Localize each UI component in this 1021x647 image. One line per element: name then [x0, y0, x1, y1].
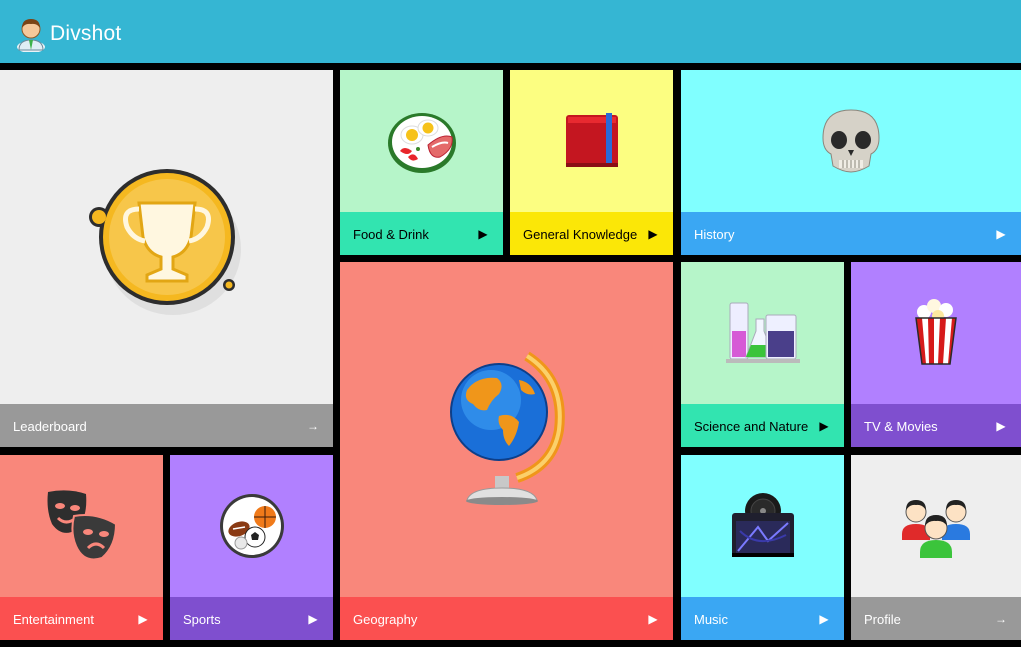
- skull-icon: [822, 109, 880, 173]
- play-arrow-icon: ▶: [996, 226, 1006, 241]
- tile-entertainment[interactable]: Entertainment ▶: [0, 455, 163, 640]
- play-arrow-icon: ▶: [648, 611, 658, 626]
- profile-bar[interactable]: Profile →: [851, 597, 1021, 640]
- tile-label: Geography: [353, 611, 418, 627]
- book-icon: [565, 113, 618, 167]
- tile-sports[interactable]: Sports ▶: [170, 455, 333, 640]
- tile-history[interactable]: History ▶: [681, 70, 1021, 255]
- tile-leaderboard[interactable]: Leaderboard →: [0, 70, 333, 447]
- play-arrow-icon: ▶: [648, 226, 658, 241]
- tile-tv-movies[interactable]: TV & Movies ▶: [851, 262, 1021, 447]
- music-bar[interactable]: Music ▶: [681, 597, 844, 640]
- sports-balls-icon: [219, 494, 284, 558]
- tile-general-knowledge[interactable]: General Knowledge ▶: [510, 70, 673, 255]
- food-plate-icon: [387, 113, 456, 173]
- brand-title[interactable]: Divshot: [50, 22, 121, 46]
- food-drink-bar[interactable]: Food & Drink ▶: [340, 212, 503, 255]
- tile-science-nature[interactable]: Science and Nature ▶: [681, 262, 844, 447]
- tile-profile[interactable]: Profile →: [851, 455, 1021, 640]
- play-arrow-icon: ▶: [996, 418, 1006, 433]
- tile-label: Food & Drink: [353, 226, 429, 242]
- tile-label: TV & Movies: [864, 418, 938, 434]
- popcorn-icon: [915, 299, 957, 365]
- tile-food-drink[interactable]: Food & Drink ▶: [340, 70, 503, 255]
- sports-bar[interactable]: Sports ▶: [170, 597, 333, 640]
- tile-label: Profile: [864, 611, 901, 627]
- lab-flasks-icon: [725, 302, 800, 363]
- globe-icon: [449, 351, 565, 505]
- tile-label: Science and Nature: [694, 418, 809, 434]
- play-arrow-icon: ▶: [308, 611, 318, 626]
- general-knowledge-bar[interactable]: General Knowledge ▶: [510, 212, 673, 255]
- tile-music[interactable]: Music ▶: [681, 455, 844, 640]
- history-bar[interactable]: History ▶: [681, 212, 1021, 255]
- play-arrow-icon: ▶: [819, 611, 829, 626]
- science-nature-bar[interactable]: Science and Nature ▶: [681, 404, 844, 447]
- users-group-icon: [902, 500, 970, 558]
- arrow-right-icon: →: [307, 418, 319, 433]
- play-arrow-icon: ▶: [138, 611, 148, 626]
- leaderboard-bar[interactable]: Leaderboard →: [0, 404, 333, 447]
- music-record-icon: [731, 493, 794, 557]
- app-header: Divshot: [0, 0, 1021, 63]
- tile-label: General Knowledge: [523, 226, 638, 242]
- tile-label: Leaderboard: [13, 418, 87, 434]
- tile-label: Sports: [183, 611, 221, 627]
- play-arrow-icon: ▶: [478, 226, 488, 241]
- user-avatar-icon[interactable]: [15, 16, 47, 52]
- trophy-icon: [88, 169, 241, 315]
- tile-label: Entertainment: [13, 611, 94, 627]
- tv-movies-bar[interactable]: TV & Movies ▶: [851, 404, 1021, 447]
- play-arrow-icon: ▶: [819, 418, 829, 433]
- tile-label: Music: [694, 611, 728, 627]
- arrow-right-icon: →: [995, 611, 1007, 626]
- theater-masks-icon: [47, 490, 117, 561]
- tile-label: History: [694, 226, 735, 242]
- geography-bar[interactable]: Geography ▶: [340, 597, 673, 640]
- tile-geography[interactable]: Geography ▶: [340, 262, 673, 640]
- entertainment-bar[interactable]: Entertainment ▶: [0, 597, 163, 640]
